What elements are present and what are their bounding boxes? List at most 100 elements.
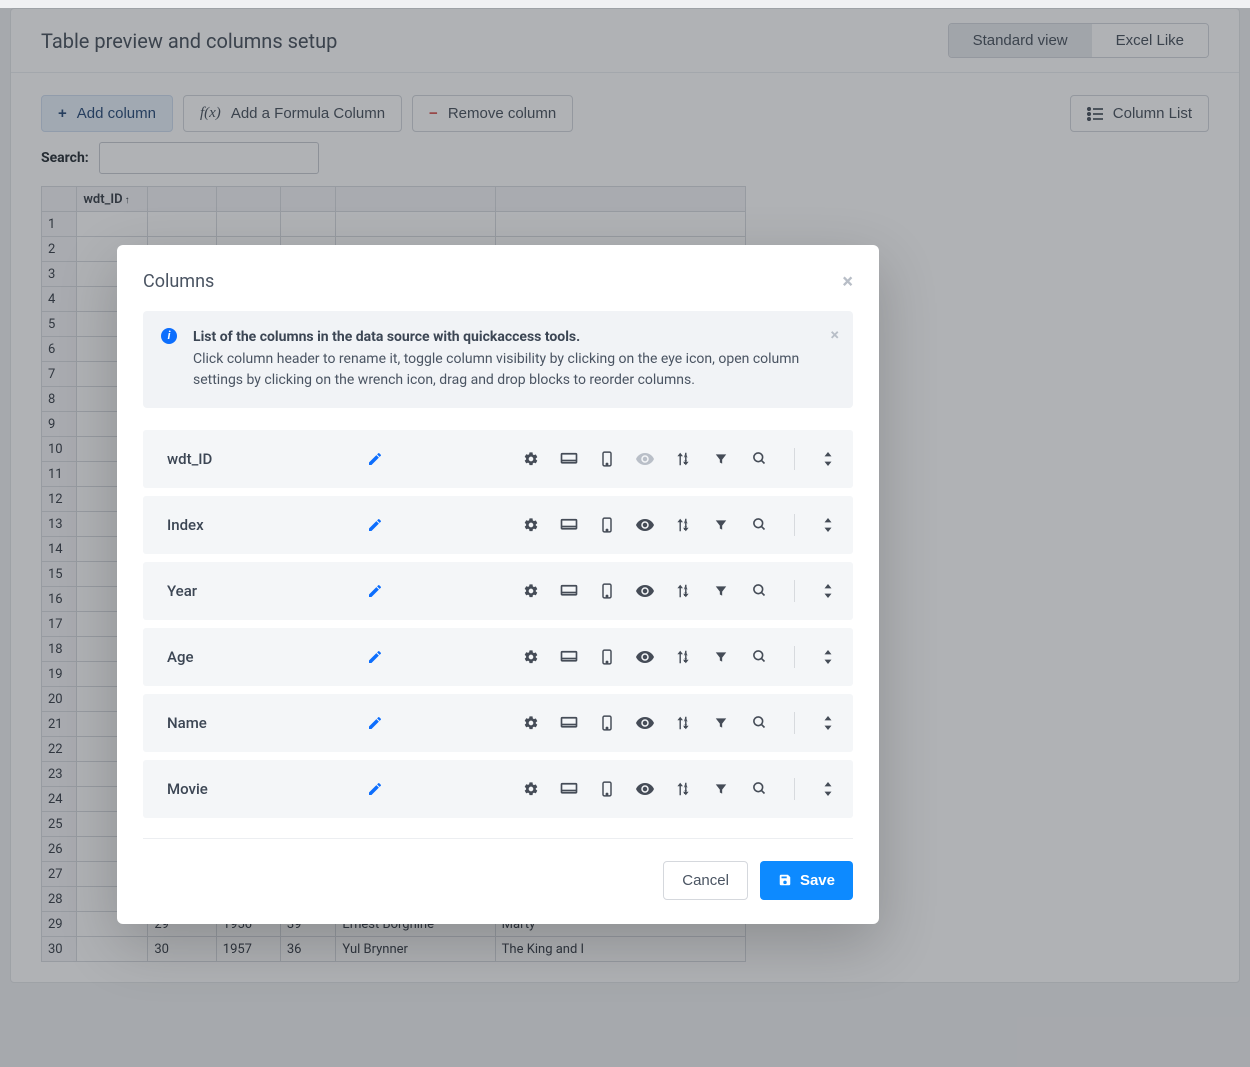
divider [794,778,795,800]
filter-icon[interactable] [712,782,730,796]
rename-icon[interactable] [367,649,417,665]
svg-text:Z: Z [684,592,688,598]
info-box: i × List of the columns in the data sour… [143,311,853,408]
save-button[interactable]: Save [760,861,853,900]
modal-title: Columns [143,271,214,292]
mobile-icon[interactable] [598,715,616,731]
svg-text:Z: Z [684,790,688,796]
eye-icon[interactable] [636,716,654,730]
tool-icons: AZ [417,580,837,602]
eye-icon[interactable] [636,452,654,466]
svg-text:A: A [684,651,688,657]
mobile-icon[interactable] [598,781,616,797]
info-icon: i [161,328,177,344]
column-row[interactable]: Age AZ [143,628,853,686]
search-icon[interactable] [750,583,768,598]
filter-icon[interactable] [712,518,730,532]
search-icon[interactable] [750,781,768,796]
eye-icon[interactable] [636,650,654,664]
column-row[interactable]: Index AZ [143,496,853,554]
close-icon[interactable]: × [842,269,853,293]
search-icon[interactable] [750,451,768,466]
eye-icon[interactable] [636,782,654,796]
tool-icons: AZ [417,646,837,668]
rename-icon[interactable] [367,583,417,599]
desktop-icon[interactable] [560,452,578,466]
modal-footer: Cancel Save [143,838,853,924]
mobile-icon[interactable] [598,649,616,665]
drag-handle-icon[interactable] [819,452,837,466]
drag-handle-icon[interactable] [819,650,837,664]
svg-text:A: A [684,519,688,525]
gear-icon[interactable] [522,649,540,665]
gear-icon[interactable] [522,781,540,797]
mobile-icon[interactable] [598,451,616,467]
filter-icon[interactable] [712,650,730,664]
search-icon[interactable] [750,649,768,664]
sort-icon[interactable]: AZ [674,451,692,467]
column-name: Index [167,516,367,534]
tool-icons: AZ [417,778,837,800]
column-name: wdt_ID [167,450,367,468]
gear-icon[interactable] [522,517,540,533]
drag-handle-icon[interactable] [819,584,837,598]
divider [794,646,795,668]
drag-handle-icon[interactable] [819,716,837,730]
svg-text:A: A [684,585,688,591]
column-row[interactable]: wdt_ID AZ [143,430,853,488]
column-row[interactable]: Name AZ [143,694,853,752]
divider [794,712,795,734]
column-row[interactable]: Movie AZ [143,760,853,818]
column-name: Name [167,714,367,732]
svg-text:Z: Z [684,658,688,664]
sort-icon[interactable]: AZ [674,583,692,599]
svg-text:A: A [684,783,688,789]
svg-text:Z: Z [684,724,688,730]
info-body: Click column header to rename it, toggle… [193,351,799,387]
columns-modal: Columns × i × List of the columns in the… [117,245,879,924]
gear-icon[interactable] [522,583,540,599]
desktop-icon[interactable] [560,518,578,532]
rename-icon[interactable] [367,517,417,533]
tool-icons: AZ [417,448,837,470]
desktop-icon[interactable] [560,584,578,598]
gear-icon[interactable] [522,451,540,467]
gear-icon[interactable] [522,715,540,731]
search-icon[interactable] [750,517,768,532]
sort-icon[interactable]: AZ [674,781,692,797]
filter-icon[interactable] [712,452,730,466]
filter-icon[interactable] [712,716,730,730]
eye-icon[interactable] [636,584,654,598]
drag-handle-icon[interactable] [819,518,837,532]
column-name: Movie [167,780,367,798]
sort-icon[interactable]: AZ [674,649,692,665]
column-name: Year [167,582,367,600]
divider [794,448,795,470]
info-close-icon[interactable]: × [831,323,840,346]
save-icon [778,873,792,887]
divider [794,514,795,536]
divider [794,580,795,602]
column-name: Age [167,648,367,666]
desktop-icon[interactable] [560,782,578,796]
desktop-icon[interactable] [560,650,578,664]
rename-icon[interactable] [367,451,417,467]
cancel-button[interactable]: Cancel [663,861,748,900]
column-list: wdt_IDAZIndexAZYearAZAgeAZNameAZMovieAZ [117,408,879,832]
mobile-icon[interactable] [598,583,616,599]
rename-icon[interactable] [367,715,417,731]
search-icon[interactable] [750,715,768,730]
rename-icon[interactable] [367,781,417,797]
desktop-icon[interactable] [560,716,578,730]
tool-icons: AZ [417,514,837,536]
column-row[interactable]: Year AZ [143,562,853,620]
save-label: Save [800,872,835,889]
sort-icon[interactable]: AZ [674,715,692,731]
svg-text:A: A [684,717,688,723]
tool-icons: AZ [417,712,837,734]
drag-handle-icon[interactable] [819,782,837,796]
filter-icon[interactable] [712,584,730,598]
eye-icon[interactable] [636,518,654,532]
sort-icon[interactable]: AZ [674,517,692,533]
mobile-icon[interactable] [598,517,616,533]
